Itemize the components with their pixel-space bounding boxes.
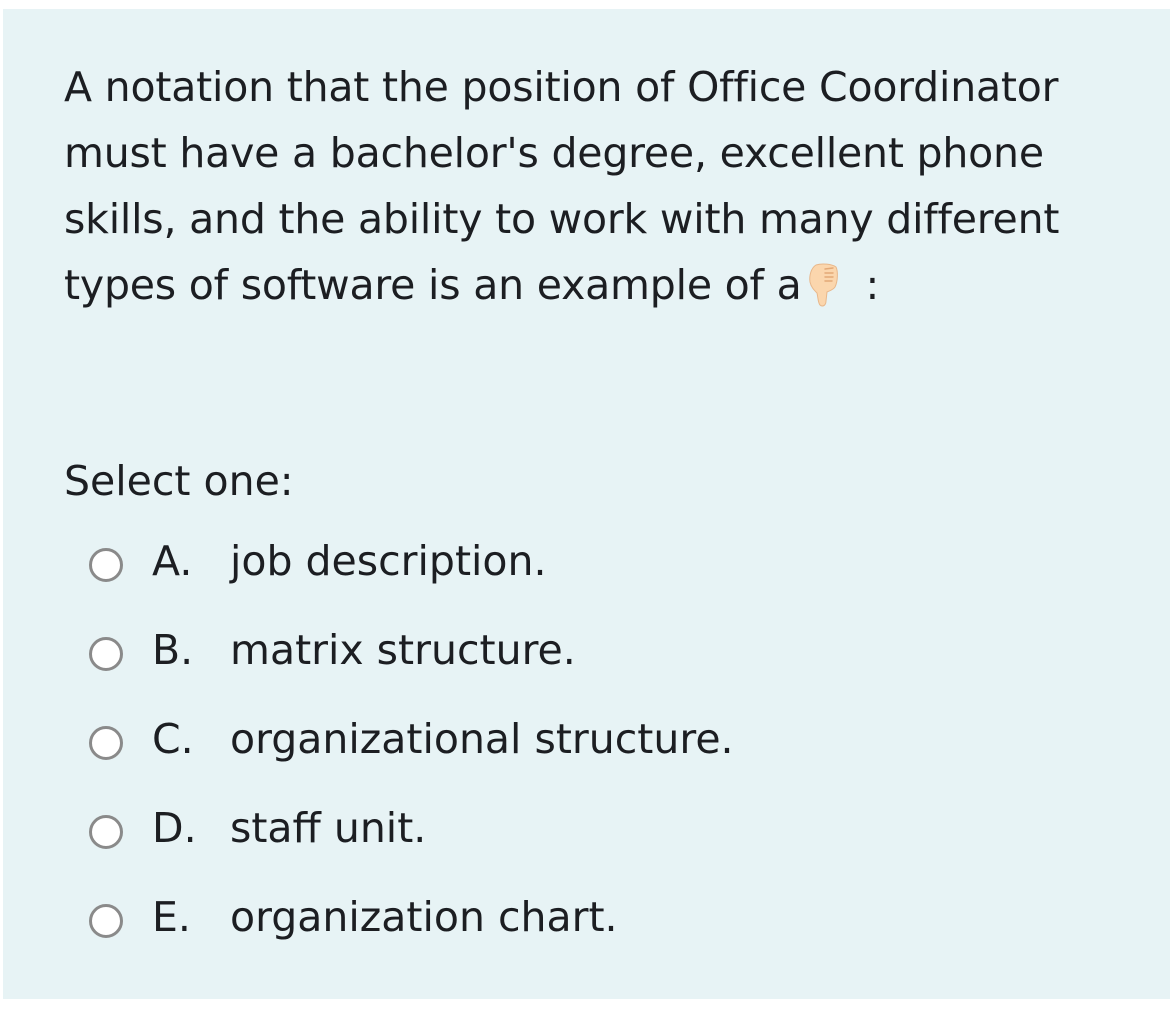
radio-button[interactable]	[89, 548, 123, 582]
answer-options: A. job description. B. matrix structure.…	[89, 527, 1089, 972]
option-text: organization chart.	[230, 893, 618, 941]
option-letter: A.	[152, 537, 193, 585]
option-c[interactable]: C. organizational structure.	[89, 705, 1089, 794]
question-text: A notation that the position of Office C…	[64, 63, 1060, 309]
option-text: organizational structure.	[230, 715, 734, 763]
option-letter: D.	[152, 804, 197, 852]
option-text: job description.	[230, 537, 547, 585]
question-panel: A notation that the position of Office C…	[3, 9, 1170, 999]
thumbs-down-emoji-icon	[806, 261, 840, 309]
option-text: matrix structure.	[230, 626, 576, 674]
radio-button[interactable]	[89, 815, 123, 849]
option-letter: B.	[152, 626, 194, 674]
option-text: staff unit.	[230, 804, 427, 852]
question-text-block: A notation that the position of Office C…	[64, 54, 1124, 318]
option-e[interactable]: E. organization chart.	[89, 883, 1089, 972]
question-colon: :	[865, 261, 880, 309]
option-d[interactable]: D. staff unit.	[89, 794, 1089, 883]
option-letter: C.	[152, 715, 194, 763]
select-one-label: Select one:	[64, 457, 294, 505]
radio-button[interactable]	[89, 904, 123, 938]
radio-button[interactable]	[89, 726, 123, 760]
option-a[interactable]: A. job description.	[89, 527, 1089, 616]
radio-button[interactable]	[89, 637, 123, 671]
option-letter: E.	[152, 893, 191, 941]
option-b[interactable]: B. matrix structure.	[89, 616, 1089, 705]
